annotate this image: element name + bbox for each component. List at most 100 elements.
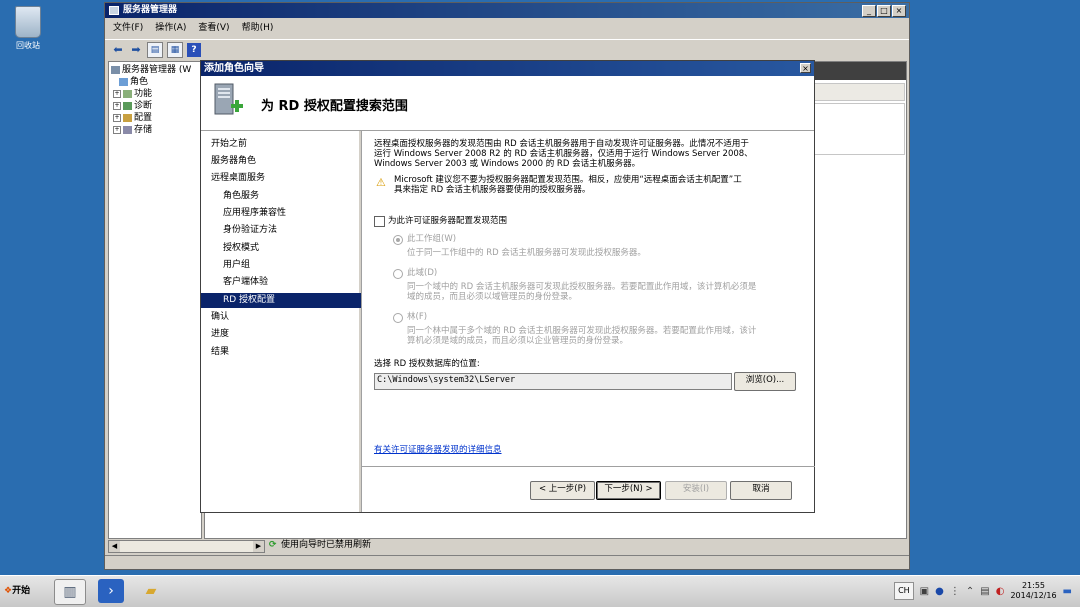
browse-button[interactable]: 浏览(O)... (734, 372, 796, 391)
tree-root[interactable]: 服务器管理器 (W (111, 64, 191, 76)
configure-discovery-checkbox[interactable] (374, 216, 385, 227)
keyboard-icon[interactable]: ▣ (920, 586, 929, 597)
step-results[interactable]: 结果 (201, 345, 369, 360)
tree-item-label: 功能 (134, 89, 153, 99)
configuration-icon (123, 113, 132, 122)
start-label: 开始 (12, 586, 31, 596)
domain-description-line2: 域的成员，而且必须以域管理员的身份登录。 (407, 292, 578, 302)
warning-icon: ⚠ (376, 176, 386, 189)
options-icon[interactable]: ⋮ (950, 586, 960, 597)
tree-item-label: 诊断 (134, 101, 153, 111)
scroll-right-icon[interactable]: ▶ (253, 541, 264, 552)
status-text: 使用向导时已禁用刷新 (281, 540, 372, 550)
warning-text-line2: 具来指定 RD 会话主机服务器要使用的授权服务器。 (394, 185, 591, 195)
tree-item-features[interactable]: + 功能 (113, 88, 152, 100)
expand-icon[interactable]: + (113, 125, 121, 134)
cancel-button[interactable]: 取消 (730, 481, 792, 500)
add-roles-wizard: 添加角色向导 × 为 RD 授权配置搜索范围 开始之前 服务器角色 远程桌面服务… (200, 60, 815, 513)
step-confirmation[interactable]: 确认 (201, 310, 369, 325)
network-icon[interactable]: ▤ (980, 586, 989, 597)
discovery-info-link[interactable]: 有关许可证服务器发现的详细信息 (374, 443, 502, 455)
volume-icon[interactable]: ◐ (996, 586, 1005, 597)
workgroup-radio[interactable] (393, 235, 403, 245)
step-client-experience[interactable]: 客户端体验 (201, 275, 381, 290)
step-rd-licensing-config[interactable]: RD 授权配置 (201, 293, 381, 308)
taskbar: ❖开始 ▥ › ▰ CH ▣ ● ⋮ ⌃ ▤ ◐ 21:55 2014/12/1… (0, 575, 1080, 607)
expand-icon[interactable]: + (113, 113, 121, 122)
workgroup-description: 位于同一工作组中的 RD 会话主机服务器可发现此授权服务器。 (407, 248, 646, 258)
help-tray-icon[interactable]: ● (935, 586, 944, 597)
server-add-icon (214, 83, 243, 115)
start-button[interactable]: ❖开始 (2, 580, 40, 602)
show-hidden-icon[interactable]: ⌃ (966, 586, 974, 597)
menu-help[interactable]: 帮助(H) (242, 19, 274, 37)
step-app-compatibility[interactable]: 应用程序兼容性 (201, 206, 381, 221)
window-controls: _ □ × (862, 5, 906, 17)
show-tree-icon[interactable]: ▤ (147, 41, 163, 58)
db-location-field[interactable]: C:\Windows\system32\LServer (374, 373, 732, 390)
back-button[interactable]: < 上一步(P) (530, 481, 595, 500)
next-button[interactable]: 下一步(N) > (596, 481, 661, 500)
close-button[interactable]: × (892, 5, 906, 17)
menu-file[interactable]: 文件(F) (113, 19, 143, 37)
maximize-button[interactable]: □ (877, 5, 891, 17)
window-titlebar[interactable]: 服务器管理器 (105, 3, 909, 18)
step-authentication-method[interactable]: 身份验证方法 (201, 223, 381, 238)
recycle-bin-icon[interactable]: 回收站 (8, 6, 48, 51)
scroll-left-icon[interactable]: ◀ (109, 541, 120, 552)
back-arrow-icon[interactable]: ⬅ (111, 43, 125, 57)
roles-icon (119, 77, 128, 86)
menu-action[interactable]: 操作(A) (155, 19, 186, 37)
install-button[interactable]: 安装(I) (665, 481, 727, 500)
properties-icon[interactable]: ▦ (167, 41, 183, 58)
step-user-groups[interactable]: 用户组 (201, 258, 381, 273)
recycle-bin-label: 回收站 (16, 41, 40, 50)
step-remote-desktop-services[interactable]: 远程桌面服务 (201, 171, 369, 186)
tree-item-configuration[interactable]: + 配置 (113, 112, 152, 124)
features-icon (123, 89, 132, 98)
button-separator (362, 466, 815, 467)
clock-date: 2014/12/16 (1010, 591, 1057, 600)
warning-text-line1: Microsoft 建议您不要为授权服务器配置发现范围。相反，应使用“远程桌面会… (394, 175, 742, 185)
tree-item-label: 角色 (130, 77, 149, 87)
forward-arrow-icon[interactable]: ➡ (129, 43, 143, 57)
tree-item-roles[interactable]: 角色 (119, 76, 148, 88)
tree-item-diagnostics[interactable]: + 诊断 (113, 100, 152, 112)
wizard-content-pane: 远程桌面授权服务器的发现范围由 RD 会话主机服务器用于自动发现许可证服务器。此… (361, 131, 815, 512)
windows-flag-icon: ❖ (4, 586, 13, 596)
db-location-label: 选择 RD 授权数据库的位置: (374, 359, 480, 369)
tree-item-storage[interactable]: + 存储 (113, 124, 152, 136)
workgroup-label: 此工作组(W) (407, 234, 457, 244)
forest-description-line1: 同一个林中属于多个域的 RD 会话主机服务器可发现此授权服务器。若要配置此作用域… (407, 326, 757, 336)
minimize-button[interactable]: _ (862, 5, 876, 17)
intro-text-line2: 运行 Windows Server 2008 R2 的 RD 会话主机服务器，仅… (374, 149, 753, 159)
server-manager-taskbar-icon[interactable]: ▥ (54, 579, 86, 605)
step-role-services[interactable]: 角色服务 (201, 189, 381, 204)
clock-time: 21:55 (1021, 581, 1046, 590)
tree-root-label: 服务器管理器 (W (122, 65, 192, 75)
step-licensing-mode[interactable]: 授权模式 (201, 241, 381, 256)
menu-view[interactable]: 查看(V) (198, 19, 229, 37)
expand-icon[interactable]: + (113, 101, 121, 110)
wizard-close-button[interactable]: × (800, 63, 811, 73)
horizontal-scrollbar[interactable]: ◀ ▶ (108, 540, 265, 553)
tree-item-label: 配置 (134, 113, 153, 123)
powershell-taskbar-icon[interactable]: › (98, 579, 124, 603)
clock[interactable]: 21:55 2014/12/16 (1010, 581, 1056, 601)
wizard-titlebar[interactable]: 添加角色向导 (201, 61, 814, 76)
wizard-heading: 为 RD 授权配置搜索范围 (261, 99, 408, 114)
refresh-icon: ⟳ (269, 540, 277, 550)
step-server-roles[interactable]: 服务器角色 (201, 154, 369, 169)
domain-radio[interactable] (393, 269, 403, 279)
expand-icon[interactable]: + (113, 89, 121, 98)
toolbar: ⬅ ➡ ▤ ▦ ? (105, 39, 909, 59)
show-desktop-icon[interactable]: ▬ (1063, 586, 1072, 597)
explorer-taskbar-icon[interactable]: ▰ (136, 579, 166, 603)
language-indicator[interactable]: CH (894, 582, 914, 600)
forest-radio[interactable] (393, 313, 403, 323)
status-bar (105, 555, 909, 569)
help-icon[interactable]: ? (187, 42, 201, 57)
intro-text-line1: 远程桌面授权服务器的发现范围由 RD 会话主机服务器用于自动发现许可证服务器。此… (374, 139, 749, 149)
step-before-you-begin[interactable]: 开始之前 (201, 137, 369, 152)
step-progress[interactable]: 进度 (201, 327, 369, 342)
